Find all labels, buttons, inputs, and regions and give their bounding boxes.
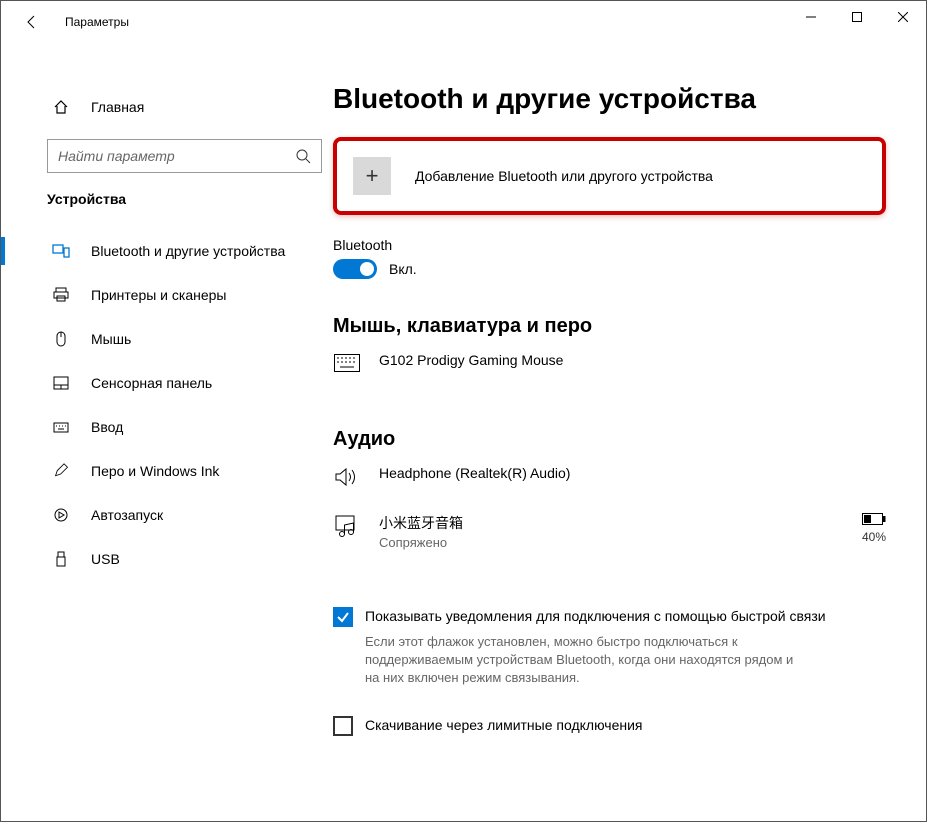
sidebar-item-printers[interactable]: Принтеры и сканеры [1,273,323,317]
sidebar-item-label: Ввод [91,419,123,435]
device-name: G102 Prodigy Gaming Mouse [379,352,886,368]
bluetooth-state: Вкл. [389,261,417,277]
checkbox-label: Скачивание через лимитные подключения [365,715,642,735]
usb-icon [51,551,71,567]
device-row[interactable]: G102 Prodigy Gaming Mouse [333,352,886,372]
battery-percent: 40% [862,530,886,544]
bluetooth-label: Bluetooth [333,237,886,253]
titlebar: Параметры [1,1,926,43]
device-status: Сопряжено [379,535,862,550]
search-icon [295,148,311,164]
sidebar-item-label: Сенсорная панель [91,375,212,391]
touchpad-icon [51,375,71,391]
search-input[interactable] [58,148,295,164]
sidebar-item-mouse[interactable]: Мышь [1,317,323,361]
plus-icon: + [353,157,391,195]
sidebar-item-label: Автозапуск [91,507,163,523]
device-row[interactable]: Headphone (Realtek(R) Audio) [333,465,886,487]
maximize-button[interactable] [834,1,880,33]
sidebar-item-touchpad[interactable]: Сенсорная панель [1,361,323,405]
main-content: Bluetooth и другие устройства + Добавлен… [323,43,926,821]
section-mouse-title: Мышь, клавиатура и перо [333,315,886,338]
battery-icon [862,513,886,528]
sidebar-item-pen[interactable]: Перо и Windows Ink [1,449,323,493]
sidebar-section-label: Устройства [1,191,323,207]
section-audio-title: Аудио [333,428,886,451]
sidebar-item-usb[interactable]: USB [1,537,323,581]
checkbox-label: Показывать уведомления для подключения с… [365,606,826,626]
checkbox-metered[interactable]: Скачивание через лимитные подключения [333,715,886,736]
sidebar-item-autoplay[interactable]: Автозапуск [1,493,323,537]
close-button[interactable] [880,1,926,33]
sidebar-item-label: Мышь [91,331,131,347]
autoplay-icon [51,507,71,523]
sidebar-item-bluetooth[interactable]: Bluetooth и другие устройства [1,229,323,273]
sidebar-item-label: USB [91,551,120,567]
sidebar-item-typing[interactable]: Ввод [1,405,323,449]
search-box[interactable] [47,139,322,173]
keyboard-icon [51,419,71,435]
device-row[interactable]: 小米蓝牙音箱 Сопряжено 40% [333,513,886,550]
checkbox-description: Если этот флажок установлен, можно быстр… [365,633,805,687]
add-device-label: Добавление Bluetooth или другого устройс… [415,168,713,184]
sidebar-item-label: Принтеры и сканеры [91,287,226,303]
back-button[interactable] [21,11,43,33]
home-label: Главная [91,99,144,115]
home-icon [51,99,71,115]
devices-icon [51,242,71,260]
device-name: 小米蓝牙音箱 [379,513,862,533]
minimize-button[interactable] [788,1,834,33]
speaker-icon [333,465,361,487]
checkbox-icon [333,607,353,627]
mouse-icon [51,331,71,347]
printer-icon [51,287,71,303]
pen-icon [51,463,71,479]
battery-indicator: 40% [862,513,886,544]
add-device-button[interactable]: + Добавление Bluetooth или другого устро… [333,137,886,215]
music-device-icon [333,513,361,537]
sidebar: Главная Устройства Bluetooth и другие ус… [1,43,323,821]
sidebar-item-label: Перо и Windows Ink [91,463,219,479]
device-name: Headphone (Realtek(R) Audio) [379,465,886,481]
bluetooth-toggle[interactable] [333,259,377,279]
page-title: Bluetooth и другие устройства [333,83,886,115]
window-controls [788,1,926,33]
sidebar-item-label: Bluetooth и другие устройства [91,243,285,259]
home-button[interactable]: Главная [1,87,323,127]
keyboard-device-icon [333,352,361,372]
checkbox-icon [333,716,353,736]
checkbox-notifications[interactable]: Показывать уведомления для подключения с… [333,606,886,627]
window-title: Параметры [65,15,129,29]
